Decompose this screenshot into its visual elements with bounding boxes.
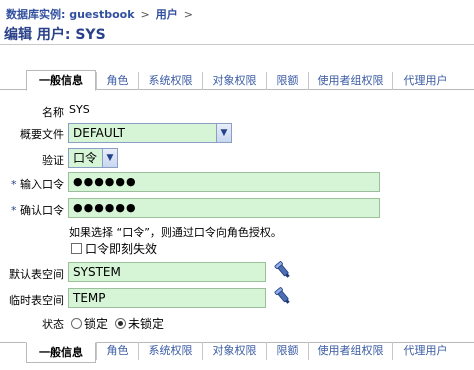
tab-quotas[interactable]: 限额 — [266, 342, 308, 360]
tab-strip-bottom: 一般信息 角色 系统权限 对象权限 限额 使用者组权限 代理用户 — [0, 342, 474, 363]
chevron-down-icon[interactable]: ▼ — [102, 149, 117, 167]
tab-roles[interactable]: 角色 — [96, 72, 138, 90]
profile-select[interactable]: DEFAULT ▼ — [68, 123, 232, 143]
breadcrumb-separator: > — [140, 8, 150, 21]
breadcrumb-link-instance[interactable]: 数据库实例: guestbook — [6, 6, 135, 22]
tab-quotas[interactable]: 限额 — [266, 72, 308, 90]
tab-general[interactable]: 一般信息 — [26, 70, 96, 91]
status-option-unlocked: 未锁定 — [128, 317, 165, 331]
tab-system-privileges[interactable]: 系统权限 — [138, 72, 202, 90]
breadcrumb-link-users[interactable]: 用户 — [156, 6, 178, 22]
password-label: * 输入口令 — [0, 176, 64, 192]
tab-system-privileges[interactable]: 系统权限 — [138, 342, 202, 360]
breadcrumb: 数据库实例: guestbook > 用户 > — [6, 6, 199, 22]
confirm-password-label: * 确认口令 — [0, 202, 64, 218]
tab-object-privileges[interactable]: 对象权限 — [202, 72, 266, 90]
profile-label: 概要文件 — [20, 128, 64, 141]
tab-object-privileges[interactable]: 对象权限 — [202, 342, 266, 360]
flashlight-icon[interactable] — [273, 261, 293, 281]
breadcrumb-separator: > — [183, 8, 193, 21]
default-tablespace-label: 默认表空间 — [9, 268, 64, 281]
name-value: SYS — [69, 103, 90, 116]
auth-label: 验证 — [42, 154, 64, 167]
auth-select-value: 口令 — [73, 151, 98, 165]
temporary-tablespace-label: 临时表空间 — [9, 294, 64, 307]
flashlight-icon[interactable] — [273, 287, 293, 307]
status-radio-locked[interactable] — [71, 318, 82, 329]
status-radio-unlocked[interactable] — [115, 318, 126, 329]
tab-consumer-group-privileges[interactable]: 使用者组权限 — [308, 72, 392, 90]
required-marker: * — [11, 204, 17, 217]
password-input[interactable]: ●●●●●● — [68, 172, 380, 192]
tab-strip-top: 一般信息 角色 系统权限 对象权限 限额 使用者组权限 代理用户 — [0, 70, 474, 91]
required-marker: * — [11, 178, 17, 191]
password-hint: 如果选择 “口令”，则通过口令向角色授权。 — [69, 226, 282, 239]
status-option-locked: 锁定 — [84, 317, 109, 331]
default-tablespace-input[interactable]: SYSTEM — [68, 262, 266, 282]
status-label: 状态 — [42, 318, 64, 331]
temporary-tablespace-input[interactable]: TEMP — [68, 288, 266, 308]
tab-general[interactable]: 一般信息 — [26, 342, 96, 363]
tab-proxy-users[interactable]: 代理用户 — [392, 342, 458, 360]
divider — [0, 44, 474, 45]
expire-checkbox[interactable] — [71, 243, 82, 254]
page-title: 编辑 用户: SYS — [4, 27, 106, 43]
confirm-password-label-text: 确认口令 — [20, 204, 64, 217]
password-label-text: 输入口令 — [20, 178, 64, 191]
tab-roles[interactable]: 角色 — [96, 342, 138, 360]
tab-consumer-group-privileges[interactable]: 使用者组权限 — [308, 342, 392, 360]
confirm-password-input[interactable]: ●●●●●● — [68, 198, 380, 218]
expire-label: 口令即刻失效 — [85, 242, 158, 256]
auth-select[interactable]: 口令 ▼ — [68, 148, 118, 168]
tab-proxy-users[interactable]: 代理用户 — [392, 72, 458, 90]
chevron-down-icon[interactable]: ▼ — [216, 124, 231, 142]
profile-select-value: DEFAULT — [73, 126, 125, 140]
name-label: 名称 — [42, 106, 64, 119]
